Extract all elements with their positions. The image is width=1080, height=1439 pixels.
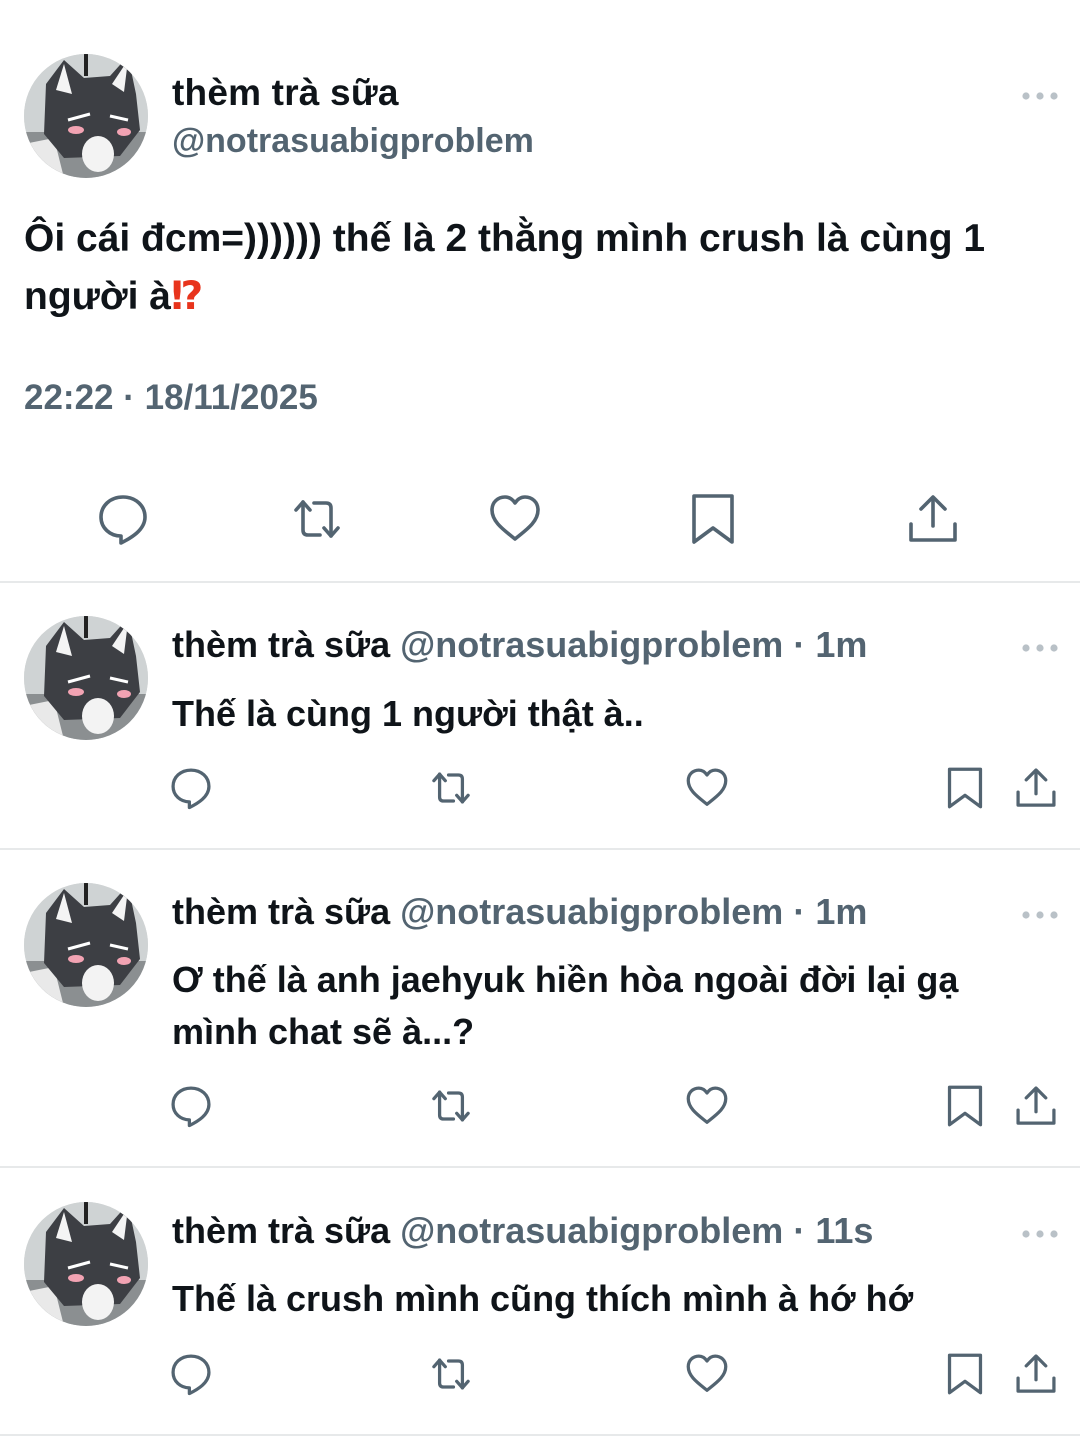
retweet-icon[interactable]: [290, 492, 344, 546]
reply-icon[interactable]: [169, 1352, 213, 1396]
display-name[interactable]: thèm trà sữa: [172, 1210, 390, 1251]
retweet-icon[interactable]: [429, 766, 473, 810]
avatar[interactable]: [24, 616, 148, 740]
cat-avatar-icon: [24, 54, 148, 178]
user-handle[interactable]: @notrasuabigproblem: [400, 891, 783, 932]
share-icon[interactable]: [906, 492, 960, 546]
tweet-body: Ôi cái đcm=)))))) thế là 2 thằng mình cr…: [24, 217, 986, 318]
more-options-icon[interactable]: [1020, 86, 1060, 106]
divider: [0, 581, 1080, 583]
bookmark-icon[interactable]: [943, 766, 987, 810]
divider: [0, 1166, 1080, 1168]
bookmark-icon[interactable]: [943, 1352, 987, 1396]
share-icon[interactable]: [1014, 1084, 1058, 1128]
tweet-text: Ôi cái đcm=)))))) thế là 2 thằng mình cr…: [24, 210, 1054, 326]
display-name[interactable]: thèm trà sữa: [172, 624, 390, 665]
display-name[interactable]: thèm trà sữa: [172, 72, 399, 114]
bookmark-icon[interactable]: [943, 1084, 987, 1128]
reply-text: Thế là cùng 1 người thật à..: [172, 693, 644, 734]
more-options-icon[interactable]: [1020, 905, 1060, 925]
user-handle[interactable]: @notrasuabigproblem: [400, 1210, 783, 1251]
divider: [0, 1434, 1080, 1436]
share-icon[interactable]: [1014, 766, 1058, 810]
tweet-timestamp[interactable]: 22:22 · 18/11/2025: [24, 378, 318, 418]
divider: [0, 848, 1080, 850]
avatar[interactable]: [24, 883, 148, 1007]
reply-age[interactable]: 1m: [815, 624, 867, 665]
like-icon[interactable]: [685, 1084, 729, 1128]
cat-avatar-icon: [24, 1202, 148, 1326]
bookmark-icon[interactable]: [686, 492, 740, 546]
retweet-icon[interactable]: [429, 1084, 473, 1128]
like-icon[interactable]: [488, 492, 542, 546]
avatar[interactable]: [24, 1202, 148, 1326]
separator-dot: ·: [793, 624, 806, 665]
cat-avatar-icon: [24, 616, 148, 740]
reply-text: Thế là crush mình cũng thích mình à hớ h…: [172, 1278, 914, 1319]
user-handle[interactable]: @notrasuabigproblem: [172, 122, 534, 161]
reply-icon[interactable]: [96, 492, 150, 546]
avatar[interactable]: [24, 54, 148, 178]
reply-header: thèm trà sữa @notrasuabigproblem · 11s: [172, 1210, 873, 1252]
cat-avatar-icon: [24, 883, 148, 1007]
share-icon[interactable]: [1014, 1352, 1058, 1396]
display-name[interactable]: thèm trà sữa: [172, 891, 390, 932]
reply-icon[interactable]: [169, 1084, 213, 1128]
reply-text: Ơ thế là anh jaehyuk hiền hòa ngoài đời …: [172, 959, 959, 1052]
reply-header: thèm trà sữa @notrasuabigproblem · 1m: [172, 624, 867, 666]
separator-dot: ·: [793, 891, 806, 932]
reply-icon[interactable]: [169, 766, 213, 810]
like-icon[interactable]: [685, 766, 729, 810]
more-options-icon[interactable]: [1020, 1224, 1060, 1244]
more-options-icon[interactable]: [1020, 638, 1060, 658]
reply-age[interactable]: 1m: [815, 891, 867, 932]
reply-age[interactable]: 11s: [815, 1210, 873, 1251]
retweet-icon[interactable]: [429, 1352, 473, 1396]
reply-header: thèm trà sữa @notrasuabigproblem · 1m: [172, 891, 867, 933]
like-icon[interactable]: [685, 1352, 729, 1396]
separator-dot: ·: [793, 1210, 806, 1251]
exclamation-question-emoji: ⁉: [170, 275, 203, 318]
user-handle[interactable]: @notrasuabigproblem: [400, 624, 783, 665]
